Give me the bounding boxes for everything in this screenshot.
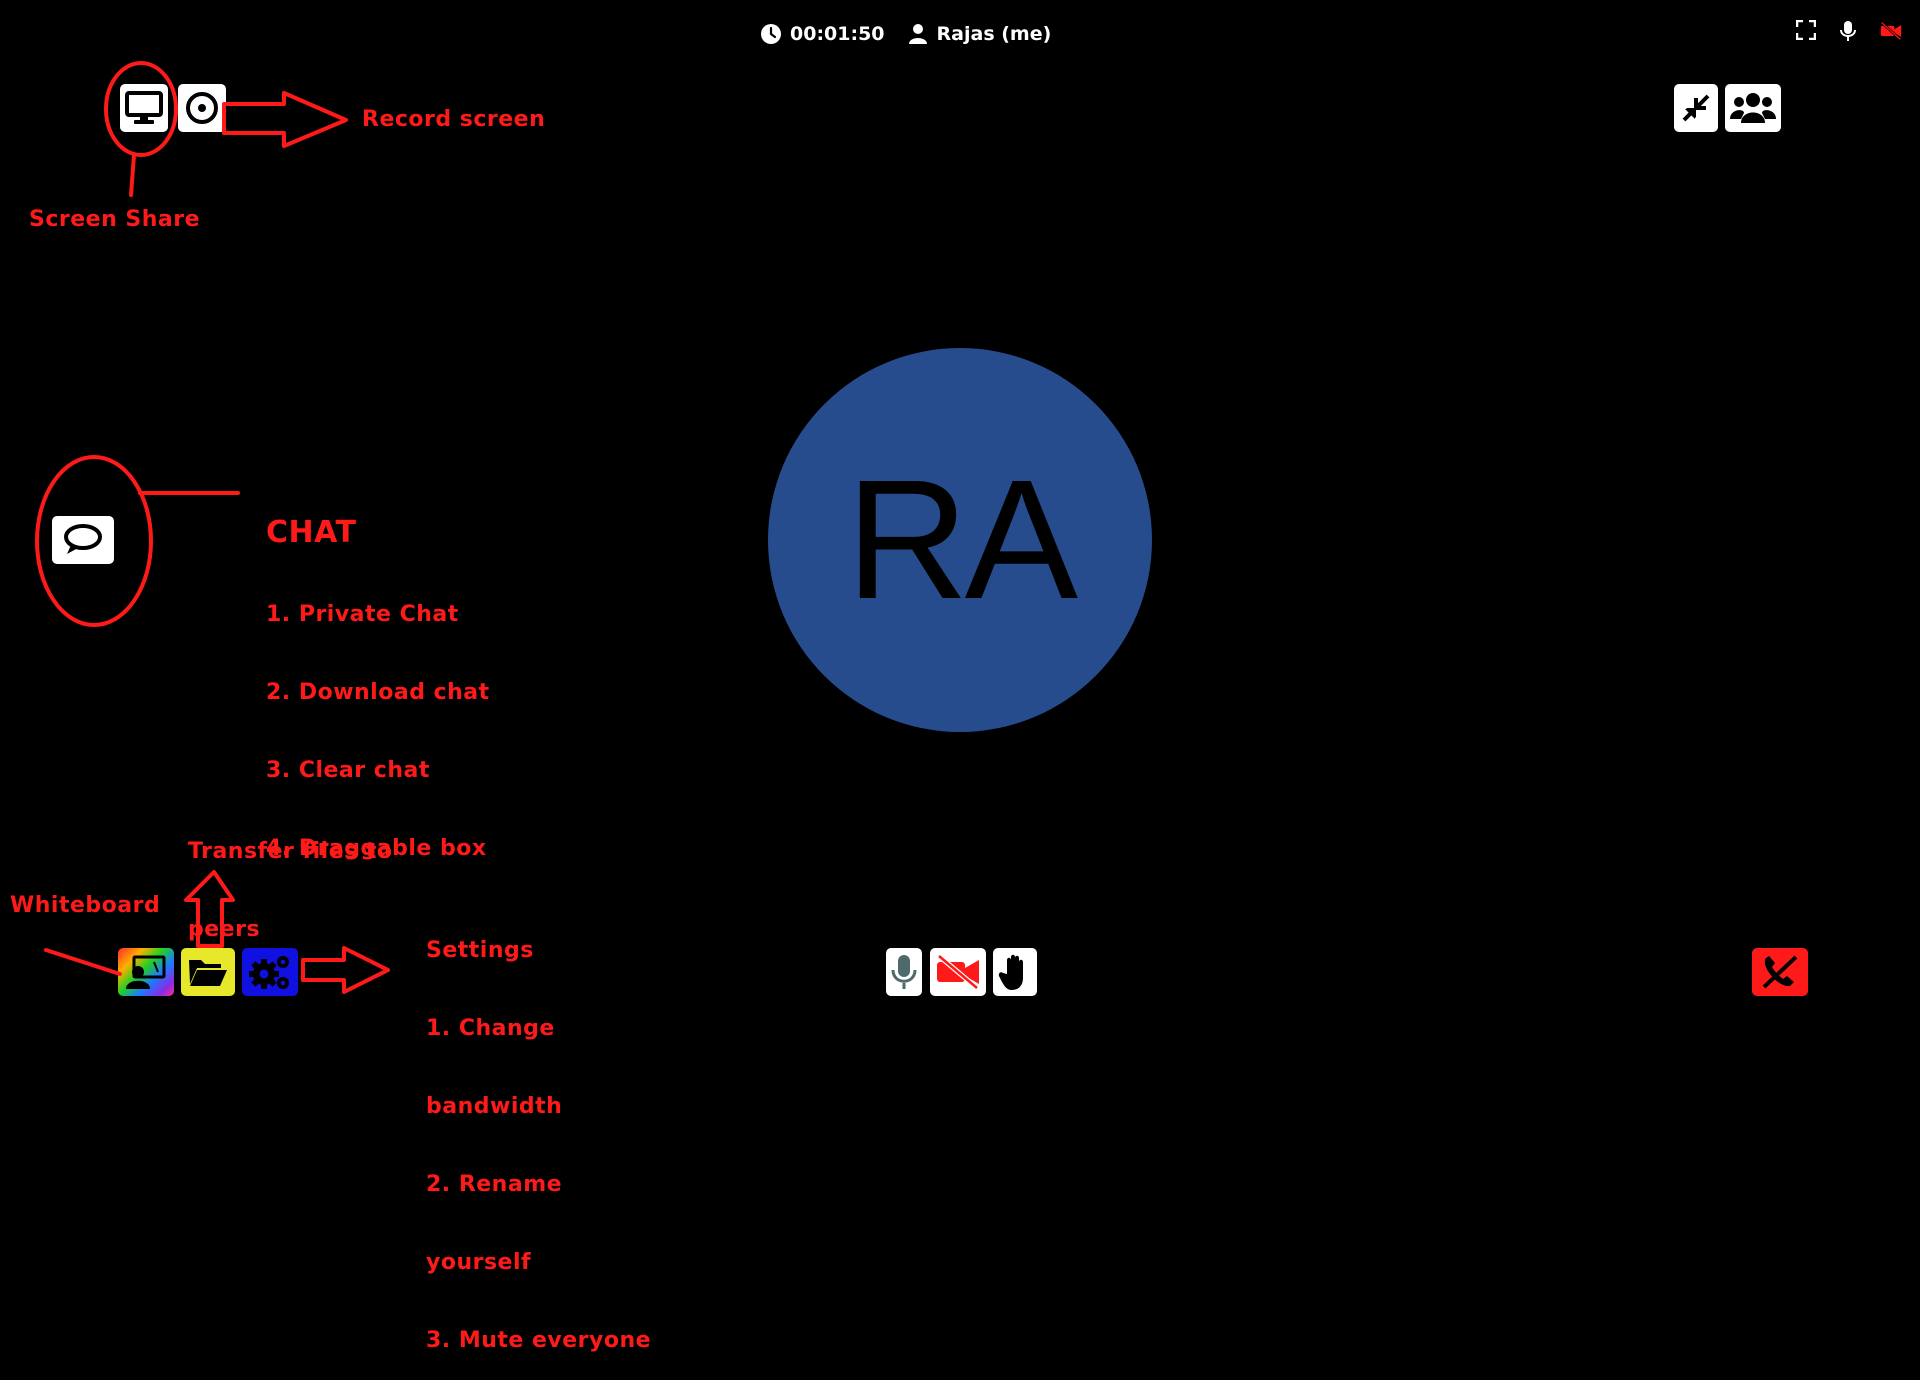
whiteboard-button[interactable] [118, 948, 174, 996]
camera-button[interactable] [930, 948, 986, 996]
monitor-icon [125, 91, 163, 125]
settings-annotation-line: bandwidth [426, 1094, 563, 1119]
chat-annotation-item: 3. Clear chat [266, 758, 430, 783]
clock-icon [760, 23, 782, 45]
participants-icon [1730, 91, 1776, 125]
chat-icon [63, 523, 103, 557]
chat-annotation-title: CHAT [266, 515, 357, 550]
user-icon [907, 23, 929, 45]
record-screen-label: Record screen [362, 107, 546, 132]
fullscreen-icon[interactable] [1796, 20, 1818, 42]
record-icon [185, 91, 219, 125]
screen-share-label: Screen Share [29, 207, 201, 232]
transfer-files-annotation: Transfer files to peers [188, 787, 393, 969]
record-screen-button[interactable] [178, 84, 226, 132]
video-off-icon[interactable] [1880, 20, 1902, 42]
microphone-button[interactable] [886, 948, 922, 996]
call-timer: 00:01:50 [790, 23, 885, 45]
chat-annotation-item: 2. Download chat [266, 680, 490, 705]
microphone-icon [891, 953, 917, 991]
participants-button[interactable] [1725, 84, 1781, 132]
minimize-button[interactable] [1674, 84, 1718, 132]
microphone-icon[interactable] [1838, 20, 1860, 42]
whiteboard-label: Whiteboard [10, 893, 161, 918]
whiteboard-icon [124, 954, 168, 990]
avatar-initials: RA [845, 445, 1078, 635]
record-arrow [222, 91, 348, 148]
settings-annotation-line: 1. Change [426, 1016, 555, 1041]
raise-hand-button[interactable] [993, 948, 1037, 996]
settings-annotation-line: 2. Rename [426, 1172, 563, 1197]
user-name: Rajas (me) [936, 23, 1052, 45]
end-call-icon [1760, 954, 1800, 990]
raise-hand-icon [998, 952, 1032, 992]
user-avatar: RA [768, 348, 1152, 732]
settings-annotation-title: Settings [426, 938, 534, 963]
screen-share-button[interactable] [120, 84, 168, 132]
transfer-files-line: peers [188, 917, 261, 942]
top-right-controls [1796, 20, 1902, 42]
settings-annotation-line: yourself [426, 1250, 532, 1275]
chat-annotation-item: 1. Private Chat [266, 602, 459, 627]
video-off-icon [934, 955, 982, 989]
end-call-button[interactable] [1752, 948, 1808, 996]
transfer-files-line: Transfer files to [188, 839, 393, 864]
screen-share-pointer [129, 153, 136, 197]
call-status-bar: 00:01:50 Rajas (me) [760, 20, 1051, 48]
chat-button[interactable] [52, 516, 114, 564]
minimize-icon [1680, 92, 1712, 124]
whiteboard-pointer [44, 948, 122, 976]
settings-annotation-line: 3. Mute everyone [426, 1328, 652, 1353]
settings-annotation: Settings 1. Change bandwidth 2. Rename y… [426, 886, 651, 1380]
